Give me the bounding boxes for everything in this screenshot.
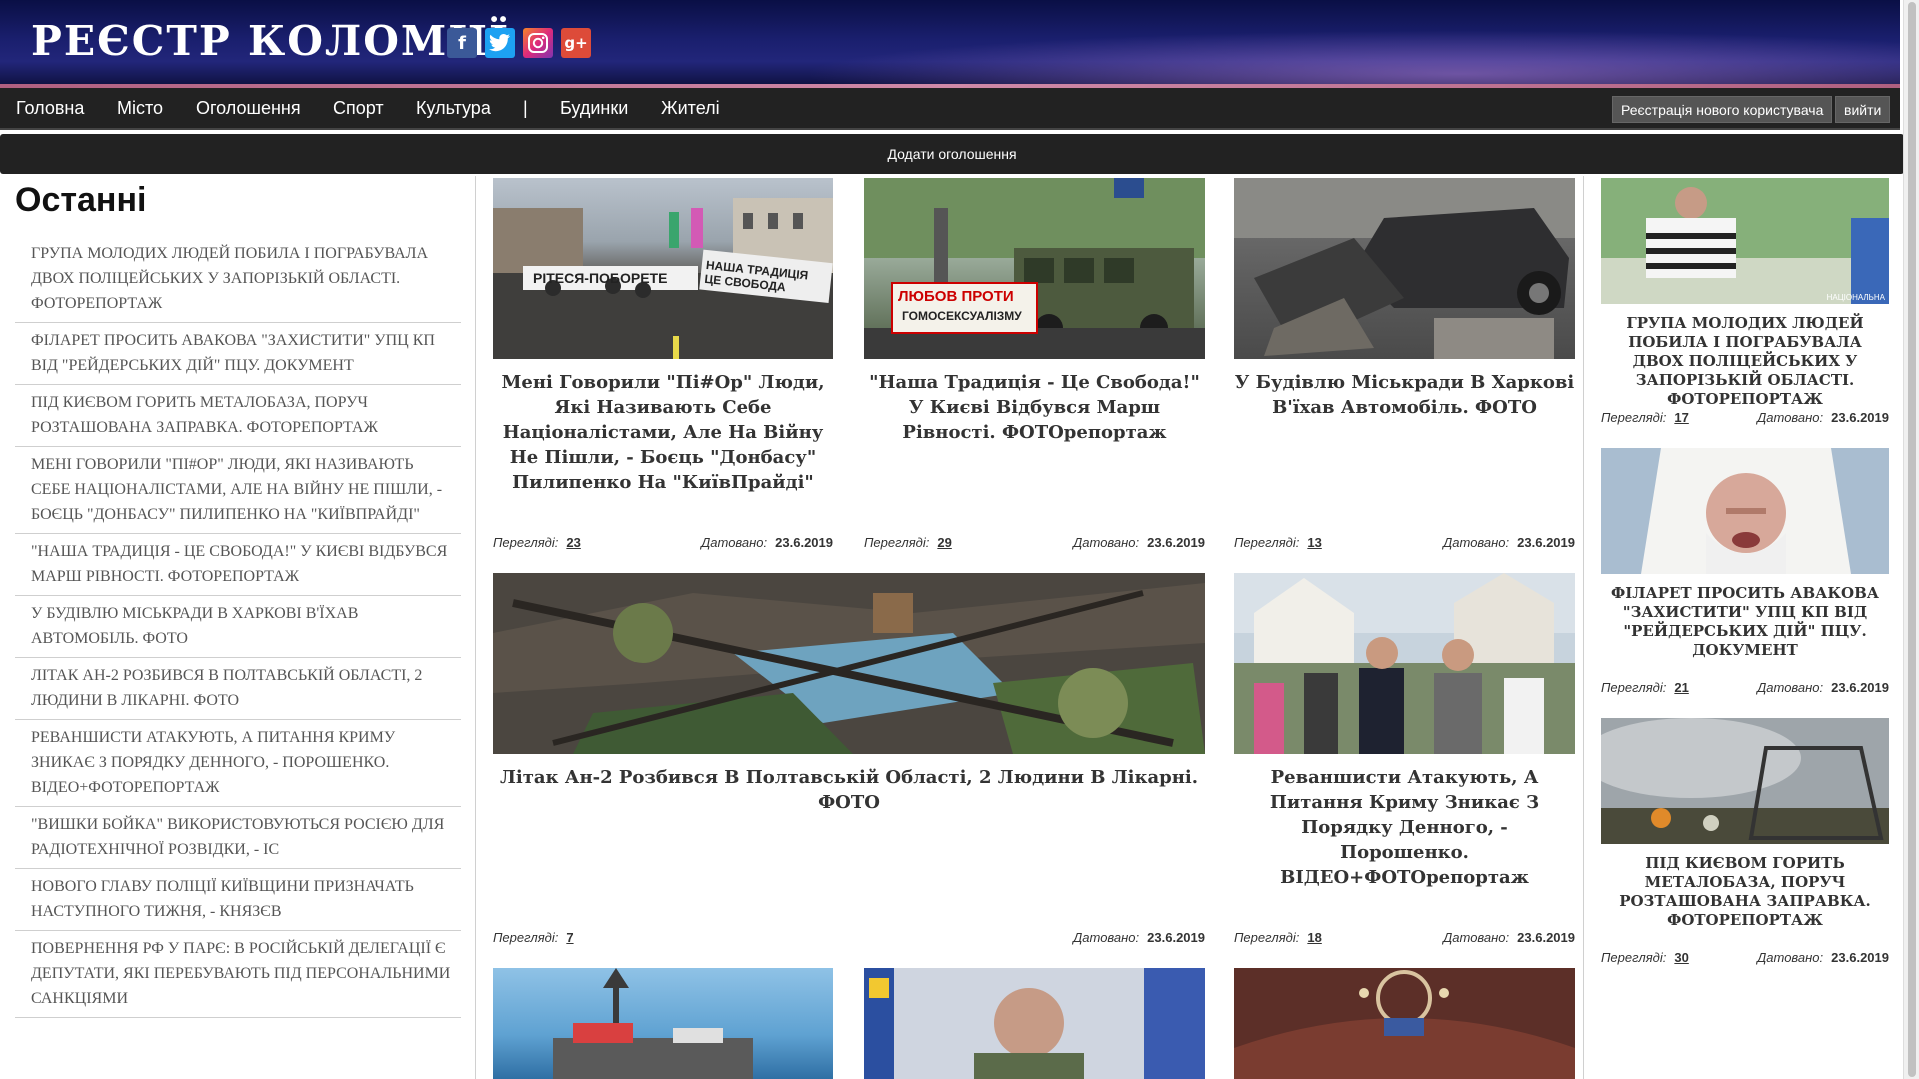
article-meta: Переглядi: 13 Датовано: 23.6.2019	[1234, 535, 1575, 550]
list-item[interactable]: Нового главу поліції Київщини призначать…	[15, 869, 461, 931]
facebook-icon[interactable]: f	[447, 28, 477, 58]
image-sign-text: ЛЮБОВ ПРОТИ	[898, 288, 1014, 305]
article-date: 23.6.2019	[1147, 535, 1205, 550]
nav-item-sport[interactable]: Спорт	[333, 98, 384, 119]
article-image[interactable]: ЛЮБОВ ПРОТИ ГОМОСЕКСУАЛІЗМУ	[864, 178, 1205, 359]
article-image[interactable]: РІТЕСЯ-ПОБОРЕТЕ НАША ТРАДИЦІЯ ЦЕ СВОБОДА	[493, 178, 833, 359]
image-sign-text: ГОМОСЕКСУАЛІЗМУ	[902, 309, 1022, 323]
article-image[interactable]	[864, 968, 1205, 1079]
views-count[interactable]: 30	[1674, 950, 1688, 965]
sidebar-article-title[interactable]: Філарет просить Авакова "захистити" УПЦ …	[1601, 584, 1889, 660]
nav-separator: |	[523, 98, 528, 118]
list-item[interactable]: Мені говорили "пі#ор" люди, які називают…	[15, 447, 461, 534]
article-image[interactable]	[493, 573, 1205, 754]
views-count[interactable]: 17	[1674, 410, 1688, 425]
nav-item-home[interactable]: Головна	[16, 98, 84, 119]
nav-item-city[interactable]: Місто	[117, 98, 163, 119]
article-title[interactable]: Мені Говорили "Пі#Ор" Люди, Які Називают…	[493, 370, 833, 495]
views-label: Переглядi:	[493, 535, 559, 550]
article-title[interactable]: У Будівлю Міськради В Харкові В'їхав Авт…	[1234, 370, 1575, 420]
views-label: Переглядi:	[1234, 930, 1300, 945]
list-item[interactable]: Під Києвом горить металобаза, поруч розт…	[15, 385, 461, 447]
article-meta: Переглядi: 7 Датовано: 23.6.2019	[493, 930, 1205, 945]
article-meta: Переглядi: 18 Датовано: 23.6.2019	[1234, 930, 1575, 945]
sidebar-image[interactable]	[1601, 718, 1889, 844]
logout-button[interactable]: вийти	[1835, 96, 1891, 123]
nav-item-ads[interactable]: Оголошення	[196, 98, 301, 119]
date-label: Датовано:	[1757, 680, 1824, 695]
date-label: Датовано:	[701, 535, 768, 550]
article-date: 23.6.2019	[775, 535, 833, 550]
article-date: 23.6.2019	[1831, 950, 1889, 965]
views-count[interactable]: 13	[1307, 535, 1321, 550]
latest-list: Група молодих людей побила і пограбувала…	[15, 236, 461, 1018]
views-label: Переглядi:	[1601, 410, 1667, 425]
sidebar-image[interactable]: НАЦІОНАЛЬНА	[1601, 178, 1889, 304]
sidebar-article-title[interactable]: Група молодих людей побила і пограбувала…	[1601, 314, 1889, 409]
date-label: Датовано:	[1443, 930, 1510, 945]
date-label: Датовано:	[1443, 535, 1510, 550]
article-title[interactable]: Літак Ан-2 Розбився В Полтавській Област…	[493, 765, 1205, 815]
list-item[interactable]: "Вишки Бойка" використовуються Росією дл…	[15, 807, 461, 869]
article-date: 23.6.2019	[1517, 930, 1575, 945]
article-title[interactable]: Реваншисти Атакують, А Питання Криму Зни…	[1234, 765, 1575, 890]
views-label: Переглядi:	[1601, 950, 1667, 965]
nav-item-residents[interactable]: Жителі	[661, 98, 720, 119]
views-count[interactable]: 18	[1307, 930, 1321, 945]
views-label: Переглядi:	[493, 930, 559, 945]
page-scrollbar[interactable]	[1903, 0, 1919, 1079]
register-button[interactable]: Реєстрація нового користувача	[1612, 96, 1833, 123]
article-date: 23.6.2019	[1147, 930, 1205, 945]
site-title[interactable]: РЕЄСТР КОЛОМИЇ	[31, 17, 510, 65]
scrollbar-thumb[interactable]	[1908, 2, 1916, 1077]
views-label: Переглядi:	[864, 535, 930, 550]
date-label: Датовано:	[1073, 930, 1140, 945]
list-item[interactable]: Повернення РФ у ПАРЄ: в російській делег…	[15, 931, 461, 1018]
sidebar-article-meta: Переглядi: 30 Датовано: 23.6.2019	[1601, 950, 1889, 965]
image-watermark: НАЦІОНАЛЬНА	[1826, 293, 1885, 302]
date-label: Датовано:	[1757, 950, 1824, 965]
list-item[interactable]: Реваншисти атакують, а питання Криму зни…	[15, 720, 461, 807]
twitter-icon[interactable]	[485, 28, 515, 58]
header-glow	[800, 30, 1900, 85]
article-meta: Переглядi: 29 Датовано: 23.6.2019	[864, 535, 1205, 550]
article-image[interactable]	[1234, 573, 1575, 754]
list-item[interactable]: "Наша традиція - це свобода!" У Києві ві…	[15, 534, 461, 596]
article-image[interactable]	[1234, 178, 1575, 359]
latest-sidebar: Останні Група молодих людей побила і пог…	[0, 176, 476, 1079]
views-count[interactable]: 21	[1674, 680, 1688, 695]
list-item[interactable]: Філарет просить Авакова "захистити" УПЦ …	[15, 323, 461, 385]
date-label: Датовано:	[1757, 410, 1824, 425]
latest-heading: Останні	[15, 181, 147, 219]
article-image[interactable]	[1234, 968, 1575, 1079]
nav-item-buildings[interactable]: Будинки	[560, 98, 628, 119]
sidebar-image[interactable]	[1601, 448, 1889, 574]
views-label: Переглядi:	[1601, 680, 1667, 695]
article-date: 23.6.2019	[1831, 680, 1889, 695]
article-meta: Переглядi: 23 Датовано: 23.6.2019	[493, 535, 833, 550]
list-item[interactable]: Літак Ан-2 розбився в Полтавській област…	[15, 658, 461, 720]
google-plus-icon[interactable]: g+	[561, 28, 591, 58]
date-label: Датовано:	[1073, 535, 1140, 550]
main-nav: Головна Місто Оголошення Спорт Культура …	[0, 88, 1900, 130]
views-count[interactable]: 29	[937, 535, 951, 550]
nav-item-culture[interactable]: Культура	[416, 98, 491, 119]
add-ad-button[interactable]: Додати оголошення	[0, 134, 1904, 174]
views-count[interactable]: 7	[566, 930, 573, 945]
views-label: Переглядi:	[1234, 535, 1300, 550]
sidebar-article-meta: Переглядi: 21 Датовано: 23.6.2019	[1601, 680, 1889, 695]
site-header: РЕЄСТР КОЛОМИЇ f g+	[0, 0, 1900, 88]
article-date: 23.6.2019	[1831, 410, 1889, 425]
list-item[interactable]: У будівлю міськради в Харкові в'їхав авт…	[15, 596, 461, 658]
list-item[interactable]: Група молодих людей побила і пограбувала…	[15, 236, 461, 323]
instagram-icon[interactable]	[523, 28, 553, 58]
article-date: 23.6.2019	[1517, 535, 1575, 550]
sidebar-article-meta: Переглядi: 17 Датовано: 23.6.2019	[1601, 410, 1889, 425]
views-count[interactable]: 23	[566, 535, 580, 550]
article-title[interactable]: "Наша Традиція - Це Свобода!" У Києві Ві…	[864, 370, 1205, 445]
sidebar-article-title[interactable]: Під Києвом горить металобаза, поруч розт…	[1601, 854, 1889, 930]
image-sign-text: РІТЕСЯ-ПОБОРЕТЕ	[533, 270, 668, 286]
article-image[interactable]	[493, 968, 833, 1079]
